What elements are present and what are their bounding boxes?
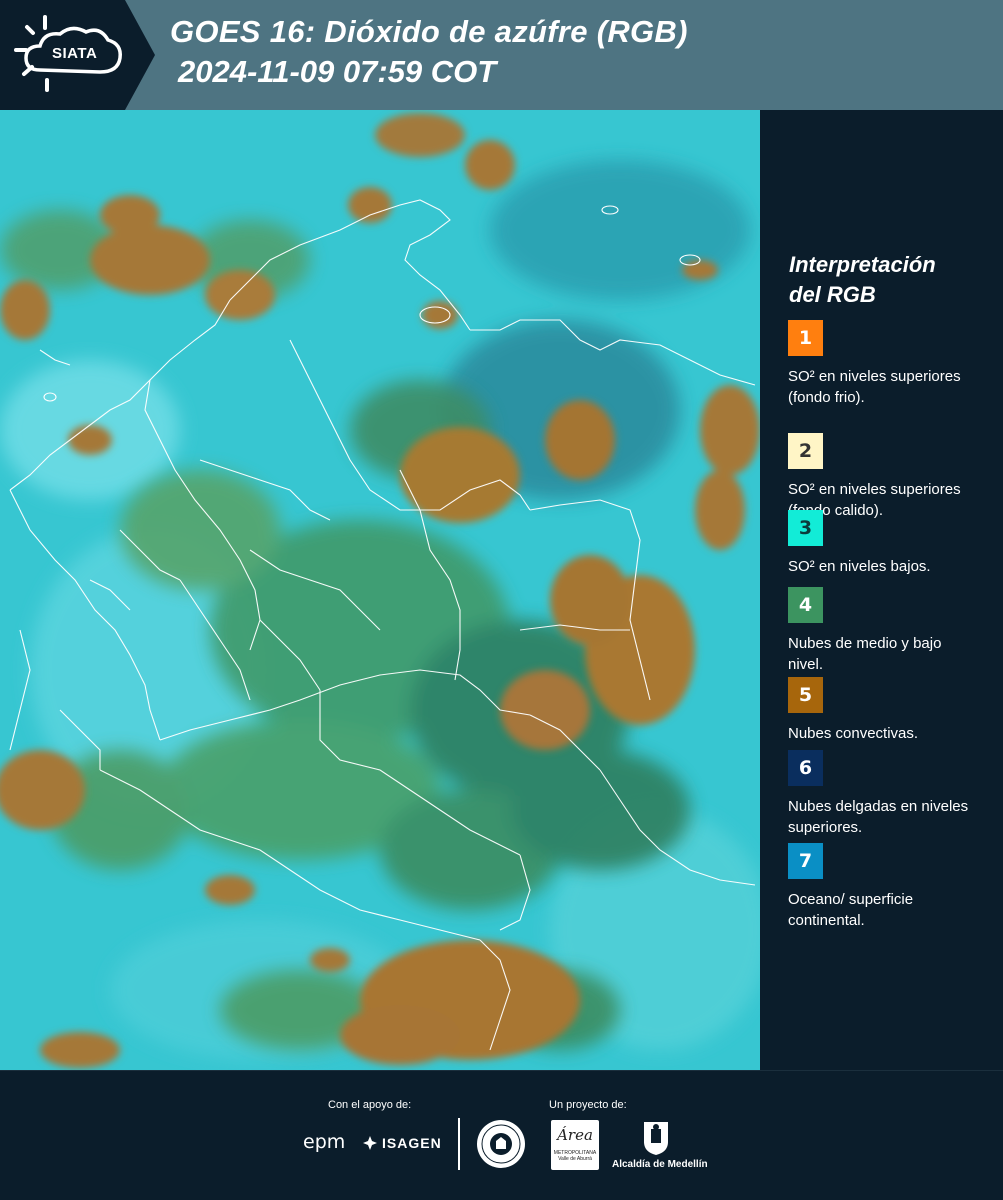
legend-item: 4 Nubes de medio y bajo nivel. (788, 587, 988, 675)
legend-title: Interpretación del RGB (789, 250, 989, 310)
project-label: Un proyecto de: (549, 1099, 627, 1111)
area-metropolitana-logo: Área METROPOLITANA Valle de Aburrá (551, 1120, 599, 1170)
header: SIATA GOES 16: Dióxido de azúfre (RGB) 2… (0, 0, 1003, 110)
siata-logo-text: SIATA (52, 45, 98, 62)
legend-title-line2: del RGB (789, 282, 876, 307)
legend-item: 2 SO² en niveles superiores (fondo calido… (788, 433, 988, 521)
legend-title-line1: Interpretación (789, 252, 936, 277)
legend-item: 5 Nubes convectivas. (788, 677, 988, 744)
page-datetime: 2024-11-09 07:59 COT (178, 54, 497, 89)
legend-item: 7 Oceano/ superficie continental. (788, 843, 988, 931)
legend-item-label: Oceano/ superficie continental. (788, 891, 914, 929)
legend-item: 3 SO² en niveles bajos. (788, 510, 988, 577)
alcaldia-text: Alcaldía de Medellín (612, 1159, 708, 1170)
legend-swatch: 4 (788, 587, 823, 623)
legend-item-label: Nubes convectivas. (788, 725, 919, 742)
isagen-logo: ISAGEN (362, 1135, 442, 1151)
area-logo-text: Área (557, 1126, 593, 1144)
legend-swatch: 5 (788, 677, 823, 713)
legend-item: 6 Nubes delgadas en niveles superiores. (788, 750, 988, 838)
footer-divider (458, 1118, 460, 1170)
legend-item-label: Nubes de medio y bajo nivel. (788, 635, 942, 673)
page-title: GOES 16: Dióxido de azúfre (RGB) (170, 14, 688, 49)
support-label: Con el apoyo de: (328, 1099, 412, 1111)
legend-item-label: Nubes delgadas en niveles superiores. (788, 798, 969, 836)
legend-swatch: 1 (788, 320, 823, 356)
legend-swatch: 3 (788, 510, 823, 546)
epm-logo: epm (303, 1131, 346, 1153)
satellite-map (0, 110, 760, 1070)
alcaldia-shield-icon (644, 1122, 668, 1155)
legend-item: 1 SO² en niveles superiores (fondo frio). (788, 320, 988, 408)
isagen-icon (363, 1136, 377, 1150)
legend-item-label: SO² en niveles bajos. (788, 558, 931, 575)
legend-panel: Interpretación del RGB 1 SO² en niveles s… (760, 110, 1003, 1070)
legend-swatch: 6 (788, 750, 823, 786)
footer: Con el apoyo de: Un proyecto de: epm ISA… (0, 1070, 1003, 1200)
siata-logo: SIATA (0, 0, 155, 110)
area-logo-subtext: METROPOLITANA Valle de Aburrá (553, 1150, 597, 1162)
legend-swatch: 2 (788, 433, 823, 469)
isagen-text: ISAGEN (382, 1135, 442, 1151)
legend-swatch: 7 (788, 843, 823, 879)
legend-item-label: SO² en niveles superiores (fondo frio). (788, 368, 961, 406)
medellin-seal-icon (477, 1120, 525, 1168)
